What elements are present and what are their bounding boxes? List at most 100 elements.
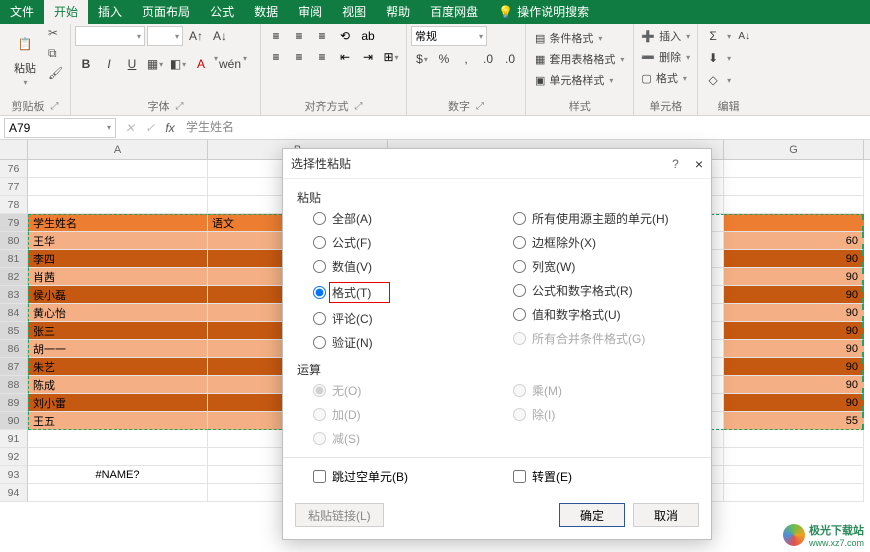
tab-netdisk[interactable]: 百度网盘 — [420, 0, 488, 24]
row-header[interactable]: 91 — [0, 430, 28, 448]
select-all-corner[interactable] — [0, 140, 28, 159]
decrease-indent-icon[interactable]: ⇤ — [334, 47, 356, 67]
currency-icon[interactable]: $▾ — [411, 49, 433, 69]
row-header[interactable]: 79 — [0, 214, 28, 232]
row-header[interactable]: 78 — [0, 196, 28, 214]
autosum-button[interactable]: Σ — [702, 26, 724, 46]
cell[interactable] — [724, 448, 864, 466]
cell[interactable]: 90 — [724, 250, 864, 268]
radio-colwidth[interactable]: 列宽(W) — [513, 258, 697, 275]
cell[interactable] — [724, 178, 864, 196]
radio-format[interactable]: 格式(T) — [313, 282, 497, 303]
orientation-icon[interactable]: ⟲ — [334, 26, 356, 46]
row-header[interactable]: 90 — [0, 412, 28, 430]
radio-value-num[interactable]: 值和数字格式(U) — [513, 306, 697, 323]
delete-cells-button[interactable]: ➖删除▾ — [638, 47, 693, 67]
format-cells-button[interactable]: ▢格式▾ — [638, 68, 693, 88]
cell-styles-button[interactable]: ▣单元格样式▾ — [532, 70, 627, 90]
expand-icon[interactable]: ⤢ — [51, 101, 59, 112]
table-format-button[interactable]: ▦套用表格格式▾ — [532, 49, 627, 69]
cancel-button[interactable]: 取消 — [633, 503, 699, 527]
cell[interactable]: 90 — [724, 358, 864, 376]
clear-button[interactable]: ◇ — [702, 70, 724, 90]
comma-icon[interactable]: , — [455, 49, 477, 69]
cell[interactable]: 90 — [724, 340, 864, 358]
radio-theme[interactable]: 所有使用源主题的单元(H) — [513, 210, 697, 227]
number-format-select[interactable]: 常规▾ — [411, 26, 487, 46]
cell[interactable] — [28, 160, 208, 178]
tab-page-layout[interactable]: 页面布局 — [132, 0, 200, 24]
radio-value[interactable]: 数值(V) — [313, 258, 497, 275]
tab-file[interactable]: 文件 — [0, 0, 44, 24]
expand-icon[interactable]: ⤢ — [355, 101, 363, 112]
decrease-font-icon[interactable]: A↓ — [209, 26, 231, 46]
cell[interactable] — [28, 484, 208, 502]
fill-button[interactable]: ⬇ — [702, 48, 724, 68]
underline-button[interactable]: U — [121, 54, 143, 74]
percent-icon[interactable]: % — [433, 49, 455, 69]
cell[interactable]: 张三 — [28, 322, 208, 340]
cell[interactable]: 胡一一 — [28, 340, 208, 358]
paste-link-button[interactable]: 粘贴链接(L) — [295, 503, 384, 527]
bold-button[interactable]: B — [75, 54, 97, 74]
phonetic-button[interactable]: wén — [219, 54, 241, 74]
cell[interactable] — [724, 466, 864, 484]
align-bottom-icon[interactable]: ≡ — [311, 26, 333, 46]
cell[interactable] — [724, 214, 864, 232]
row-header[interactable]: 81 — [0, 250, 28, 268]
column-header[interactable]: A — [28, 140, 208, 159]
cell[interactable] — [724, 196, 864, 214]
increase-font-icon[interactable]: A↑ — [185, 26, 207, 46]
row-header[interactable]: 83 — [0, 286, 28, 304]
radio-formula[interactable]: 公式(F) — [313, 234, 497, 251]
row-header[interactable]: 84 — [0, 304, 28, 322]
cell[interactable]: #NAME? — [28, 466, 208, 484]
cell[interactable] — [28, 178, 208, 196]
cell[interactable] — [28, 196, 208, 214]
radio-validate[interactable]: 验证(N) — [313, 334, 497, 351]
cell[interactable]: 60 — [724, 232, 864, 250]
align-top-icon[interactable]: ≡ — [265, 26, 287, 46]
border-button[interactable]: ▦▾ — [144, 54, 166, 74]
cell[interactable]: 学生姓名 — [28, 214, 208, 232]
row-header[interactable]: 80 — [0, 232, 28, 250]
fill-color-button[interactable]: ◧▾ — [167, 54, 189, 74]
decrease-decimal-icon[interactable]: .0 — [499, 49, 521, 69]
cut-icon[interactable]: ✂ — [48, 26, 66, 44]
row-header[interactable]: 85 — [0, 322, 28, 340]
column-header[interactable]: G — [724, 140, 864, 159]
cell[interactable] — [724, 430, 864, 448]
italic-button[interactable]: I — [98, 54, 120, 74]
cell[interactable]: 朱艺 — [28, 358, 208, 376]
name-box[interactable]: A79▾ — [4, 118, 116, 138]
row-header[interactable]: 93 — [0, 466, 28, 484]
font-size-select[interactable]: ▾ — [147, 26, 183, 46]
cell[interactable] — [724, 160, 864, 178]
copy-icon[interactable]: ⧉ — [48, 46, 66, 64]
wrap-text-button[interactable]: ab — [357, 26, 379, 46]
ok-button[interactable]: 确定 — [559, 503, 625, 527]
align-left-icon[interactable]: ≡ — [265, 47, 287, 67]
cell[interactable]: 黄心怡 — [28, 304, 208, 322]
tab-view[interactable]: 视图 — [332, 0, 376, 24]
radio-noborder[interactable]: 边框除外(X) — [513, 234, 697, 251]
row-header[interactable]: 82 — [0, 268, 28, 286]
cell[interactable]: 王华 — [28, 232, 208, 250]
conditional-format-button[interactable]: ▤条件格式▾ — [532, 28, 627, 48]
radio-comment[interactable]: 评论(C) — [313, 310, 497, 327]
cell[interactable]: 90 — [724, 322, 864, 340]
align-center-icon[interactable]: ≡ — [288, 47, 310, 67]
cell[interactable]: 90 — [724, 376, 864, 394]
close-button[interactable]: × — [695, 156, 703, 172]
cell[interactable]: 90 — [724, 268, 864, 286]
tab-tellme[interactable]: 💡 操作说明搜索 — [488, 0, 599, 24]
cell[interactable] — [28, 448, 208, 466]
tab-home[interactable]: 开始 — [44, 0, 88, 24]
sort-filter-button[interactable]: A↓ — [733, 26, 755, 46]
radio-all[interactable]: 全部(A) — [313, 210, 497, 227]
paste-button[interactable]: 📋 粘贴 ▾ — [4, 26, 46, 90]
fx-button[interactable]: fx — [160, 118, 180, 138]
cell[interactable]: 90 — [724, 304, 864, 322]
align-right-icon[interactable]: ≡ — [311, 47, 333, 67]
cell[interactable] — [724, 484, 864, 502]
